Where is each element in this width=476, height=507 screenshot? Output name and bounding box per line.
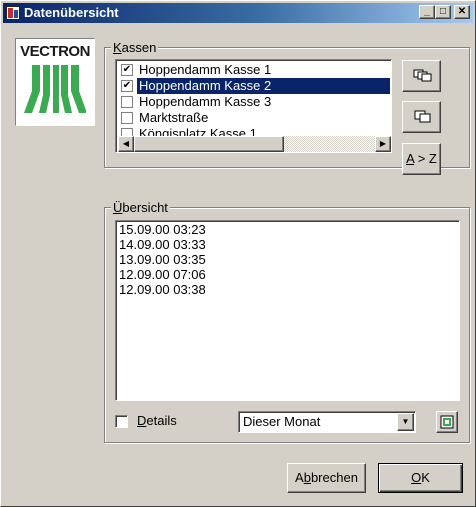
kasse-checkbox[interactable] — [121, 112, 133, 124]
dropdown-button[interactable]: ▼ — [397, 413, 414, 431]
select-all-button[interactable] — [402, 60, 441, 92]
scroll-thumb[interactable] — [134, 136, 284, 152]
title-bar[interactable]: Datenübersicht _ □ ✕ — [3, 3, 473, 23]
list-item: 12.09.00 07:06 — [119, 267, 206, 282]
refresh-icon — [440, 415, 454, 429]
kasse-checkbox[interactable]: ✔ — [121, 64, 133, 76]
horizontal-scrollbar[interactable]: ◀ ▶ — [118, 136, 391, 152]
scroll-left-button[interactable]: ◀ — [118, 136, 134, 152]
list-item[interactable]: ✔ Hoppendamm Kasse 2 — [119, 78, 390, 94]
vectron-logo: VECTRON — [15, 38, 95, 126]
list-item-label: Hoppendamm Kasse 2 — [137, 78, 390, 94]
list-item-label: Hoppendamm Kasse 1 — [139, 62, 272, 77]
sort-az-button[interactable]: A > Z — [402, 143, 441, 175]
arrow-left-icon: ◀ — [122, 139, 130, 148]
kasse-checkbox[interactable]: ✔ — [121, 80, 133, 92]
list-item-label: Marktstraße — [139, 110, 209, 125]
details-label[interactable]: Details — [137, 413, 177, 428]
logo-text: VECTRON — [20, 43, 90, 60]
chevron-down-icon: ▼ — [401, 417, 410, 426]
details-checkbox[interactable] — [115, 415, 128, 428]
window-title: Datenübersicht — [24, 5, 119, 20]
datenuebersicht-dialog: Datenübersicht _ □ ✕ VECTRON Kassen ✔ Ho… — [0, 0, 476, 507]
period-select-value: Dieser Monat — [243, 414, 321, 429]
minimize-button[interactable]: _ — [419, 5, 435, 19]
list-item[interactable]: ✔ Hoppendamm Kasse 1 — [119, 62, 390, 78]
sort-a-label: A — [406, 151, 415, 166]
list-item: 14.09.00 03:33 — [119, 237, 206, 252]
close-button[interactable]: ✕ — [454, 5, 470, 19]
scroll-right-button[interactable]: ▶ — [375, 136, 391, 152]
refresh-button[interactable] — [436, 411, 458, 433]
list-item: 12.09.00 03:38 — [119, 282, 206, 297]
list-item[interactable]: Marktstraße — [119, 110, 390, 126]
list-item-label: Hoppendamm Kasse 3 — [139, 94, 272, 109]
stacked-windows-icon — [413, 69, 432, 82]
arrow-right-icon: ▶ — [379, 139, 387, 148]
list-item[interactable]: Hoppendamm Kasse 3 — [119, 94, 390, 110]
two-windows-icon — [414, 110, 431, 123]
list-item: 15.09.00 03:23 — [119, 222, 206, 237]
logo-graphic — [24, 65, 86, 113]
cancel-button[interactable]: Abbrechen — [287, 463, 366, 493]
kassen-list[interactable]: ✔ Hoppendamm Kasse 1 ✔ Hoppendamm Kasse … — [115, 59, 392, 153]
select-single-button[interactable] — [402, 101, 441, 133]
kasse-checkbox[interactable] — [121, 96, 133, 108]
sort-z-label: Z — [428, 151, 437, 166]
list-item: 13.09.00 03:35 — [119, 252, 206, 267]
overview-list[interactable]: 15.09.00 03:23 14.09.00 03:33 13.09.00 0… — [115, 220, 460, 401]
app-icon — [6, 6, 20, 20]
sort-mid-label: > — [414, 151, 429, 166]
check-icon: ✔ — [122, 80, 132, 91]
check-icon: ✔ — [122, 64, 132, 75]
kassen-group-label: Kassen — [111, 40, 159, 55]
period-select[interactable]: Dieser Monat ▼ — [238, 411, 416, 433]
ok-button[interactable]: OK — [378, 463, 463, 493]
maximize-button[interactable]: □ — [435, 5, 451, 19]
uebersicht-group-label: Übersicht — [111, 200, 170, 215]
